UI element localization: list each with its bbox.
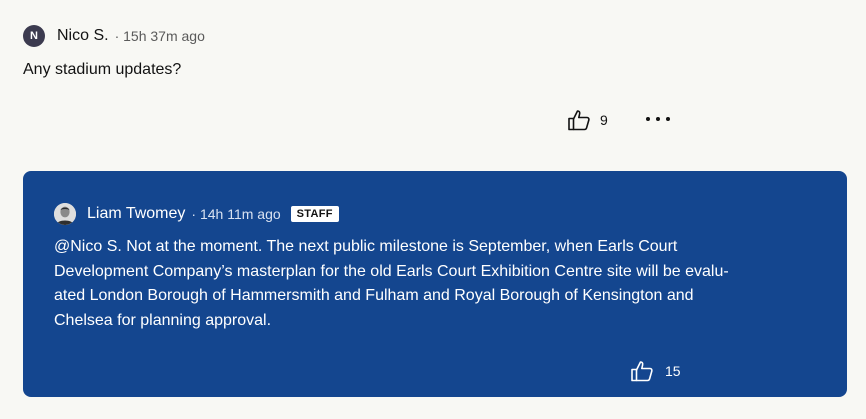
user-photo-icon (54, 203, 76, 225)
reply-line: ated London Borough of Hammersmith and F… (54, 287, 694, 304)
avatar[interactable]: N (23, 25, 45, 47)
reply-line: Chelsea for planning approval. (54, 311, 272, 329)
dot (646, 117, 650, 121)
reply-body: @Nico S. Not at the moment. The next pub… (54, 235, 754, 333)
dot (656, 117, 660, 121)
avatar[interactable] (54, 203, 76, 225)
dot (666, 117, 670, 121)
like-count: 9 (600, 112, 608, 128)
reply-line: @Nico S. Not at the moment. The next pub… (54, 238, 678, 255)
reply-author[interactable]: Liam Twomey (87, 205, 185, 223)
staff-reply-card: Liam Twomey · 14h 11m ago STAFF @Nico S.… (23, 171, 847, 397)
comment-header: N Nico S. · 15h 37m ago (23, 25, 205, 47)
comment-timestamp: · 15h 37m ago (114, 28, 205, 44)
more-options-icon[interactable] (646, 111, 670, 127)
like-button[interactable]: 9 (567, 109, 608, 131)
comments-thread: N Nico S. · 15h 37m ago Any stadium upda… (0, 0, 866, 419)
comment-author[interactable]: Nico S. (57, 27, 109, 45)
reply-header: Liam Twomey · 14h 11m ago STAFF (54, 203, 339, 225)
reply-timestamp: · 14h 11m ago (191, 206, 281, 222)
reply-line: Development Company’s masterplan for the… (54, 262, 729, 280)
comment: N Nico S. · 15h 37m ago Any stadium upda… (0, 0, 866, 160)
staff-badge: STAFF (290, 206, 339, 222)
like-count: 15 (665, 363, 681, 379)
thumbs-up-icon (568, 110, 590, 131)
thumbs-up-icon (631, 361, 653, 382)
comment-body: Any stadium updates? (23, 61, 182, 78)
reply-like-button[interactable]: 15 (630, 360, 681, 382)
